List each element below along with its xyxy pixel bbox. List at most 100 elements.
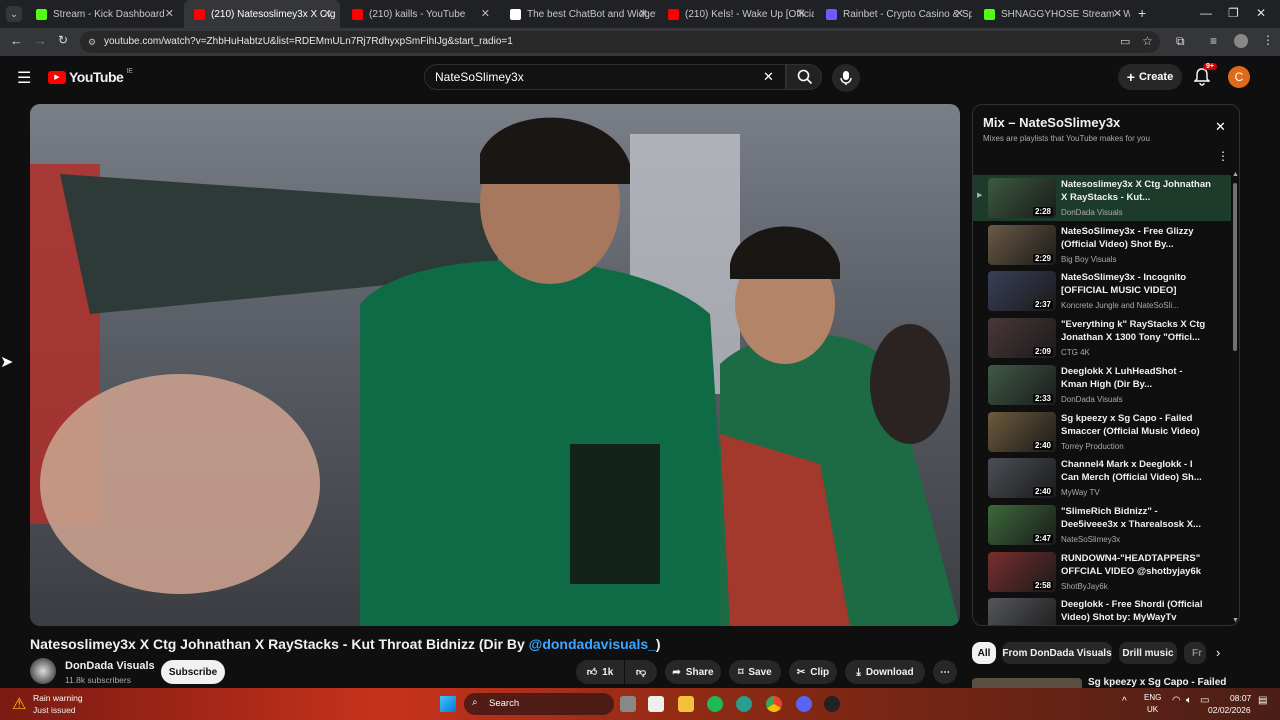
store-icon[interactable] xyxy=(648,696,664,712)
notification-center-icon[interactable]: ▤ xyxy=(1258,695,1267,706)
mix-list-item[interactable]: ▶ 2:28 Natesoslimey3x X Ctg Johnathan X Ra… xyxy=(973,175,1231,221)
browser-tab[interactable]: SHNAGGYHOSE Stream - Watc✕ xyxy=(974,0,1130,28)
tab-title: SHNAGGYHOSE Stream - Watc xyxy=(1001,8,1130,20)
subscribe-button[interactable]: Subscribe xyxy=(161,660,225,684)
channel-avatar[interactable] xyxy=(30,658,56,684)
mix-list-item[interactable]: 2:40 Channel4 Mark x Deeglokk - I Can Mer… xyxy=(973,455,1231,501)
clear-search-icon[interactable]: ✕ xyxy=(763,65,774,89)
tab-close-icon[interactable]: ✕ xyxy=(481,7,490,20)
save-button[interactable]: ⌑ Save xyxy=(729,660,781,684)
mix-list-item[interactable]: 2:09 "Everything k" RayStacks X Ctg Jonat… xyxy=(973,315,1231,361)
chrome-icon[interactable] xyxy=(766,696,782,712)
mix-list-item[interactable]: 2:47 "SlimeRich Bidnizz" - Dee5iveee3x x … xyxy=(973,502,1231,548)
volume-icon[interactable]: 🔈︎ xyxy=(1186,695,1192,706)
chips-next-icon[interactable]: › xyxy=(1216,645,1220,660)
warning-icon: ⚠ xyxy=(12,696,27,713)
tab-list-menu[interactable]: ⌄ xyxy=(6,6,22,22)
tray-chevron-icon[interactable]: ^ xyxy=(1122,696,1127,707)
tab-close-icon[interactable]: ✕ xyxy=(639,7,648,20)
spotify-icon[interactable] xyxy=(707,696,723,712)
clock-time[interactable]: 08:07 xyxy=(1230,693,1251,703)
tab-close-icon[interactable]: ✕ xyxy=(1113,7,1122,20)
notifications-button[interactable]: 9+ xyxy=(1193,63,1217,91)
wifi-icon[interactable]: ◠ xyxy=(1172,695,1181,706)
tab-close-icon[interactable]: ✕ xyxy=(955,7,964,20)
taskbar-search[interactable]: ⌕ Search xyxy=(464,693,614,715)
director-link[interactable]: @dondadavisuals_ xyxy=(529,636,656,652)
scroll-down-icon[interactable]: ▼ xyxy=(1232,617,1239,624)
file-explorer-icon[interactable] xyxy=(620,696,636,712)
browser-tab[interactable]: Rainbet - Crypto Casino & Spo ✕ xyxy=(816,0,972,28)
reading-list-icon[interactable]: ≡ xyxy=(1210,34,1217,48)
mix-scrollbar[interactable]: ▲ ▼ xyxy=(1232,171,1239,625)
taskbar-search-icon: ⌕ xyxy=(472,697,478,708)
account-avatar[interactable]: C xyxy=(1228,66,1250,88)
cast-icon[interactable]: ▭ xyxy=(1120,35,1130,48)
mix-list-item[interactable]: 2:58 RUNDOWN4-"HEADTAPPERS" OFFCIAL VIDEO… xyxy=(973,549,1231,595)
mix-list-item[interactable]: 2:40 Sg kpeezy x Sg Capo - Failed Smaccer… xyxy=(973,409,1231,455)
filter-chip[interactable]: From DonDada Visuals xyxy=(1002,642,1112,664)
tab-close-icon[interactable]: ✕ xyxy=(323,7,332,20)
search-input[interactable]: NateSoSlimey3x ✕ xyxy=(424,64,786,90)
site-info-icon[interactable]: ⚙ xyxy=(88,31,96,53)
weather-title[interactable]: Rain warning xyxy=(33,693,83,703)
obs-icon[interactable] xyxy=(824,696,840,712)
language-code[interactable]: ENG xyxy=(1144,693,1161,702)
clock-date[interactable]: 02/02/2026 xyxy=(1208,705,1251,715)
filter-chip[interactable]: All xyxy=(972,642,996,664)
tab-close-icon[interactable]: ✕ xyxy=(797,7,806,20)
browser-tab[interactable]: Stream - Kick Dashboard ✕ xyxy=(26,0,182,28)
mix-list-item[interactable]: 2:09Deeglokk - Free Shordi (Official Vid… xyxy=(973,595,1231,625)
mix-list-item[interactable]: 2:29 NateSoSlimey3x - Free Glizzy (Offici… xyxy=(973,222,1231,268)
windows-start-icon[interactable] xyxy=(440,696,456,712)
close-window-icon[interactable]: ✕ xyxy=(1256,6,1266,20)
channel-name[interactable]: DonDada Visuals xyxy=(65,660,155,672)
new-tab-button[interactable]: + xyxy=(1138,5,1146,21)
minimize-icon[interactable]: — xyxy=(1200,6,1212,20)
mix-item-title: Sg kpeezy x Sg Capo - Failed Smaccer (Of… xyxy=(1061,412,1200,437)
profile-icon[interactable] xyxy=(1234,34,1248,48)
discord-icon[interactable] xyxy=(796,696,812,712)
browser-tab[interactable]: (210) Natesoslimey3x X Ctg ✕ xyxy=(184,0,340,28)
address-bar[interactable]: ⚙ youtube.com/watch?v=ZhbHuHabtzU&list=R… xyxy=(80,31,1160,53)
browser-menu-icon[interactable]: ⋮ xyxy=(1262,33,1274,47)
download-label: Download xyxy=(865,666,914,678)
create-button[interactable]: + Create xyxy=(1118,64,1182,90)
forward-icon[interactable]: → xyxy=(34,33,47,48)
like-button[interactable]: 👍︎ 1k xyxy=(576,660,624,684)
filter-chip[interactable]: Fr xyxy=(1184,642,1206,664)
subscriber-count: 11.8k subscribers xyxy=(65,675,131,685)
scroll-thumb[interactable] xyxy=(1233,183,1237,351)
scroll-up-icon[interactable]: ▲ xyxy=(1232,171,1239,178)
filter-chip[interactable]: Drill music xyxy=(1119,642,1177,664)
tab-close-icon[interactable]: ✕ xyxy=(165,7,174,20)
notification-badge: 9+ xyxy=(1203,63,1217,70)
folder-icon[interactable] xyxy=(678,696,694,712)
mix-list-item[interactable]: 2:37 NateSoSlimey3x - Incognito [OFFICIAL… xyxy=(973,268,1231,314)
back-icon[interactable]: ← xyxy=(10,33,23,48)
weather-subtitle[interactable]: Just issued xyxy=(33,705,76,715)
more-actions-button[interactable]: ⋯ xyxy=(933,660,957,684)
tab-favicon-icon xyxy=(36,8,47,20)
mix-list-item[interactable]: 2:33 Deeglokk X LuhHeadShot - Kman High (… xyxy=(973,362,1231,408)
browser-tab[interactable]: (210) kaills - YouTube ✕ xyxy=(342,0,498,28)
mix-item-title: Deeglokk X LuhHeadShot - Kman High (Dir … xyxy=(1061,365,1183,390)
restore-icon[interactable]: ❐ xyxy=(1228,6,1239,20)
bookmark-star-icon[interactable]: ☆ xyxy=(1142,34,1153,48)
reload-icon[interactable]: ↻ xyxy=(58,33,68,47)
clip-button[interactable]: ✂ Clip xyxy=(789,660,837,684)
search-button[interactable] xyxy=(786,64,822,90)
browser-tab[interactable]: (210) Kels! - Wake Up [Official V✕ xyxy=(658,0,814,28)
region-code[interactable]: UK xyxy=(1147,705,1158,714)
voice-search-button[interactable] xyxy=(832,64,860,92)
extensions-icon[interactable]: ⧉ xyxy=(1176,34,1185,49)
dislike-button[interactable]: 👎︎ xyxy=(625,660,657,684)
download-button[interactable]: ⤓ Download xyxy=(845,660,925,684)
edge-icon[interactable] xyxy=(736,696,752,712)
share-button[interactable]: ➦ Share xyxy=(665,660,721,684)
browser-tab[interactable]: The best ChatBot and Widgets ✕ xyxy=(500,0,656,28)
video-player[interactable] xyxy=(30,104,960,626)
related-video-preview[interactable]: Sg kpeezy x Sg Capo - Failed xyxy=(972,676,1240,688)
youtube-logo[interactable]: ▶ YouTube IE xyxy=(48,68,133,85)
hamburger-menu-icon[interactable]: ☰ xyxy=(17,68,31,88)
